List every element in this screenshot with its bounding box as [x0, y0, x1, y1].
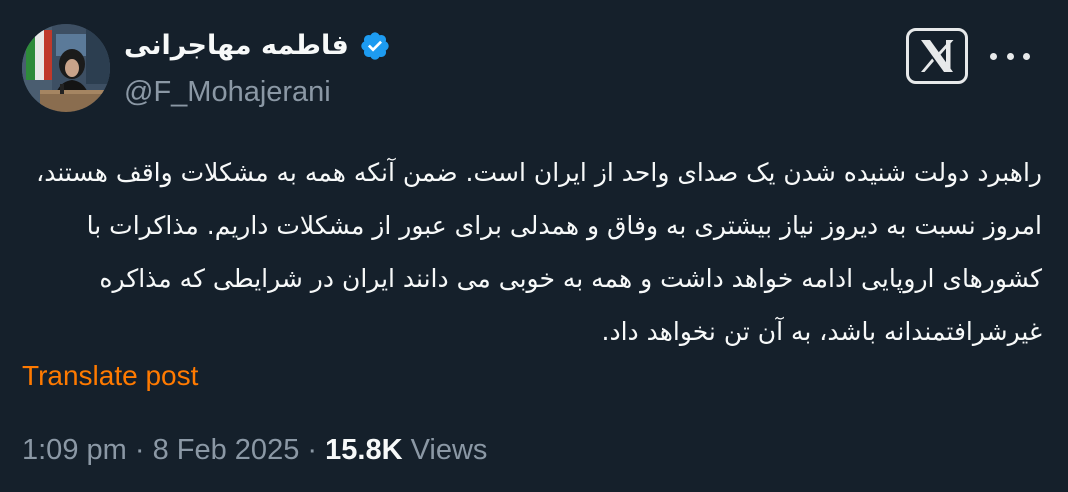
translate-post-link[interactable]: Translate post — [22, 358, 198, 394]
more-options-icon[interactable] — [990, 46, 1030, 66]
author-handle[interactable]: @F_Mohajerani — [124, 74, 331, 110]
post-meta: 1:09 pm · 8 Feb 2025 · 15.8K Views — [22, 430, 487, 470]
meta-separator: · — [134, 434, 145, 466]
more-dot — [1006, 52, 1014, 60]
profile-photo-icon — [22, 24, 110, 112]
embedded-post-card: فاطمه مهاجرانی @F_Mohajerani راهبرد دولت… — [0, 0, 1068, 492]
views-label: Views — [410, 434, 488, 466]
avatar[interactable] — [22, 24, 110, 112]
views-count: 15.8K — [325, 434, 403, 466]
more-dot — [1023, 52, 1030, 60]
post-date[interactable]: 8 Feb 2025 — [153, 434, 300, 466]
post-text: راهبرد دولت شنیده شدن یک صدای واحد از ای… — [36, 158, 1042, 346]
meta-separator: · — [307, 434, 318, 466]
verified-badge-icon — [359, 30, 391, 62]
x-logo-icon[interactable] — [906, 28, 968, 84]
more-dot — [990, 52, 997, 60]
author-name-row: فاطمه مهاجرانی — [124, 28, 391, 64]
author-display-name[interactable]: فاطمه مهاجرانی — [124, 28, 349, 64]
post-time[interactable]: 1:09 pm — [22, 434, 127, 466]
